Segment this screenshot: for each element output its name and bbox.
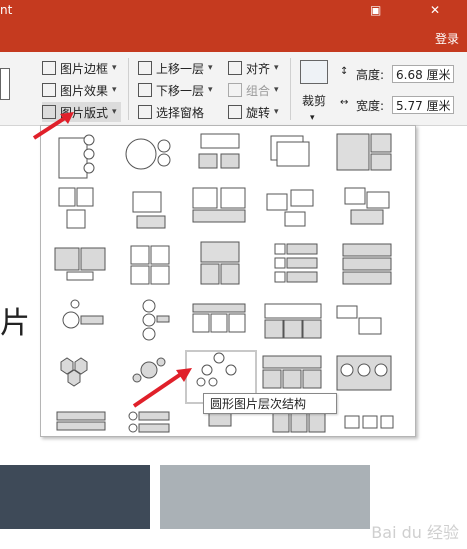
layout-thumb bbox=[266, 189, 314, 227]
layout-thumb bbox=[264, 303, 322, 339]
layout-thumb bbox=[192, 303, 246, 333]
layout-thumb bbox=[56, 411, 106, 431]
height-icon: ↕ bbox=[340, 66, 349, 77]
selection-pane-icon bbox=[138, 105, 152, 119]
ribbon-separator bbox=[128, 58, 129, 120]
height-field[interactable]: 6.68 厘米 bbox=[392, 65, 454, 83]
style-thumbnail[interactable] bbox=[0, 68, 10, 100]
align-button[interactable]: 对齐 ▾ bbox=[228, 58, 279, 78]
picture-layout-gallery bbox=[40, 125, 416, 437]
height-label: 高度: bbox=[356, 68, 385, 82]
slide-text: 片 bbox=[0, 306, 30, 341]
width-label: 宽度: bbox=[356, 99, 385, 113]
tab-bar: 登录 bbox=[0, 22, 467, 52]
bring-forward-icon bbox=[138, 61, 152, 75]
annotation-arrow-1 bbox=[32, 112, 74, 140]
crop-button[interactable]: 裁剪 ▾ bbox=[302, 92, 326, 123]
send-backward-label: 下移一层 bbox=[156, 83, 205, 98]
send-backward-icon bbox=[138, 83, 152, 97]
layout-thumb bbox=[62, 299, 104, 329]
pen-icon bbox=[42, 61, 56, 75]
slide-photo-left[interactable] bbox=[0, 465, 150, 529]
group-label: 组合 bbox=[246, 83, 271, 98]
chevron-down-icon: ▾ bbox=[274, 107, 279, 117]
annotation-arrow-2 bbox=[132, 368, 192, 408]
title-bar: nt ▣ ✕ bbox=[0, 0, 467, 22]
watermark-text: Bai du 经验 bbox=[371, 523, 459, 542]
rotate-label: 旋转 bbox=[246, 105, 271, 120]
layout-thumb bbox=[274, 243, 318, 283]
layout-thumb bbox=[54, 247, 106, 281]
selection-pane-button[interactable]: 选择窗格 bbox=[138, 102, 204, 122]
bring-forward-button[interactable]: 上移一层 ▾ bbox=[138, 58, 213, 78]
group-icon bbox=[228, 83, 242, 97]
crop-label: 裁剪 bbox=[302, 94, 327, 108]
layout-thumb bbox=[270, 135, 310, 167]
align-label: 对齐 bbox=[246, 61, 271, 76]
picture-effects-label: 图片效果 bbox=[60, 83, 109, 98]
picture-border-label: 图片边框 bbox=[60, 61, 109, 76]
chevron-down-icon: ▾ bbox=[208, 85, 213, 95]
layout-thumb bbox=[344, 187, 390, 225]
slide-photo-right[interactable] bbox=[160, 465, 370, 529]
chevron-down-icon: ▾ bbox=[274, 63, 279, 73]
chevron-down-icon: ▾ bbox=[208, 63, 213, 73]
layout-thumb bbox=[125, 138, 171, 170]
chevron-down-icon: ▾ bbox=[112, 107, 117, 117]
login-link[interactable]: 登录 bbox=[435, 30, 459, 47]
rotate-button[interactable]: 旋转 ▾ bbox=[228, 102, 279, 122]
send-backward-button[interactable]: 下移一层 ▾ bbox=[138, 80, 213, 100]
layout-thumb bbox=[198, 133, 240, 169]
chevron-down-icon: ▾ bbox=[310, 113, 315, 123]
chevron-down-icon: ▾ bbox=[112, 63, 117, 73]
picture-border-button[interactable]: 图片边框 ▾ bbox=[42, 58, 117, 78]
layout-thumb bbox=[60, 357, 88, 387]
width-field[interactable]: 5.77 厘米 bbox=[392, 96, 454, 114]
bring-forward-label: 上移一层 bbox=[156, 61, 205, 76]
ribbon-separator bbox=[290, 58, 291, 120]
layout-thumb bbox=[58, 187, 94, 229]
layout-thumb bbox=[130, 245, 170, 285]
effects-icon bbox=[42, 83, 56, 97]
align-icon bbox=[228, 61, 242, 75]
layout-thumb bbox=[336, 305, 382, 335]
layout-tooltip: 圆形图片层次结构 bbox=[203, 393, 337, 414]
selection-pane-label: 选择窗格 bbox=[156, 105, 205, 120]
layout-thumb bbox=[344, 415, 394, 429]
picture-effects-button[interactable]: 图片效果 ▾ bbox=[42, 80, 117, 100]
layout-thumb bbox=[342, 243, 392, 285]
layout-thumb bbox=[142, 299, 170, 341]
layout-thumb bbox=[336, 355, 392, 391]
layout-thumb bbox=[200, 241, 240, 285]
layout-thumb bbox=[262, 355, 322, 389]
layout-thumb bbox=[272, 411, 326, 433]
layout-thumb bbox=[128, 411, 170, 433]
restore-icon[interactable]: ▣ bbox=[370, 3, 381, 17]
layout-thumb bbox=[336, 133, 392, 171]
layout-thumb bbox=[132, 191, 166, 229]
chevron-down-icon: ▾ bbox=[112, 85, 117, 95]
window-title: nt bbox=[0, 3, 13, 17]
chevron-down-icon: ▾ bbox=[274, 85, 279, 95]
crop-icon[interactable] bbox=[300, 60, 328, 84]
layout-thumb bbox=[192, 187, 246, 223]
width-icon: ↔ bbox=[340, 97, 349, 108]
group-button[interactable]: 组合 ▾ bbox=[228, 80, 279, 100]
rotate-icon bbox=[228, 105, 242, 119]
close-icon[interactable]: ✕ bbox=[430, 3, 440, 17]
